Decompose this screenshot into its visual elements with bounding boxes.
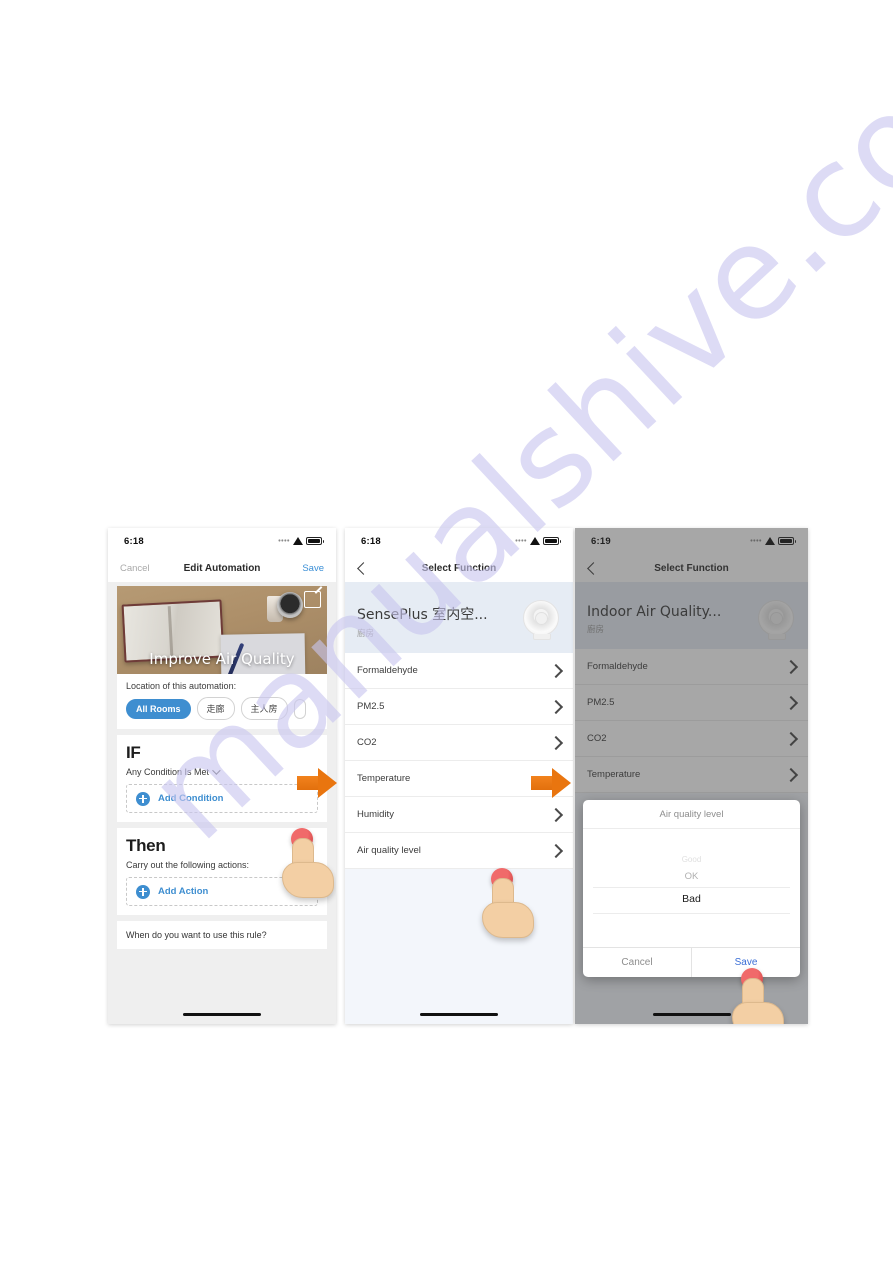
flow-arrow-1 bbox=[297, 768, 337, 798]
location-label: Location of this automation: bbox=[126, 681, 237, 691]
nav-bar: Select Function bbox=[345, 554, 573, 582]
status-time: 6:18 bbox=[124, 535, 144, 547]
tap-hand-cursor-save bbox=[730, 968, 784, 1024]
palm-shape bbox=[732, 1002, 784, 1024]
location-card: Location of this automation: All Rooms 走… bbox=[117, 674, 327, 729]
air-sensor-icon bbox=[523, 600, 559, 640]
page-title: Select Function bbox=[421, 562, 497, 574]
status-bar: 6:18 •••• bbox=[345, 528, 573, 554]
room-chip-master-bedroom[interactable]: 主人房 bbox=[240, 697, 288, 720]
air-quality-picker-modal: Air quality level Good OK Bad Cancel Sav… bbox=[583, 800, 800, 977]
function-row-humidity[interactable]: Humidity bbox=[345, 797, 573, 833]
plus-icon bbox=[136, 884, 150, 899]
battery-icon bbox=[306, 537, 324, 545]
picker-separator-bottom bbox=[593, 913, 790, 914]
home-indicator bbox=[420, 1012, 498, 1016]
function-row-pm25[interactable]: PM2.5 bbox=[345, 689, 573, 725]
automation-hero-image[interactable]: Improve Air Quality bbox=[117, 586, 327, 674]
save-button[interactable]: Save bbox=[302, 563, 324, 574]
chevron-right-icon bbox=[548, 699, 564, 714]
status-bar: 6:18 •••• bbox=[108, 528, 336, 554]
phone-screens-figure: 6:18 •••• Cancel Edit Automation Save Im… bbox=[108, 528, 808, 1024]
flow-arrow-2 bbox=[531, 768, 571, 798]
nav-bar: Cancel Edit Automation Save bbox=[108, 554, 336, 582]
edit-pencil-icon[interactable] bbox=[304, 591, 321, 608]
status-time: 6:18 bbox=[361, 535, 381, 547]
wifi-icon bbox=[530, 537, 540, 545]
screen-3: 6:19 •••• Select Function Indoor Air Qua… bbox=[575, 528, 808, 1024]
function-label: Humidity bbox=[357, 809, 394, 820]
chevron-down-icon bbox=[212, 766, 221, 775]
palm-shape bbox=[282, 862, 334, 898]
home-indicator bbox=[652, 1012, 731, 1016]
signal-dots-icon: •••• bbox=[515, 537, 527, 545]
room-chip-corridor[interactable]: 走廊 bbox=[196, 697, 235, 720]
picker-separator-top bbox=[593, 887, 790, 888]
condition-mode-label: Any Condition Is Met bbox=[126, 767, 210, 777]
function-body: SensePlus 室内空... 廚房 Formaldehyde PM2.5 C… bbox=[345, 582, 573, 1024]
picker-option-above[interactable]: Good bbox=[583, 855, 800, 864]
tap-hand-cursor-air-quality-level bbox=[480, 868, 534, 938]
status-indicators: •••• bbox=[278, 537, 324, 545]
if-section: IF Any Condition Is Met Add Condition bbox=[117, 735, 327, 822]
mug-illustration bbox=[277, 592, 303, 618]
chevron-right-icon bbox=[548, 843, 564, 858]
function-label: CO2 bbox=[357, 737, 377, 748]
palm-shape bbox=[482, 902, 534, 938]
status-indicators: •••• bbox=[515, 537, 561, 545]
automation-name: Improve Air Quality bbox=[149, 650, 295, 668]
function-label: Air quality level bbox=[357, 845, 421, 856]
picker-cancel-button[interactable]: Cancel bbox=[583, 948, 691, 977]
condition-mode-selector[interactable]: Any Condition Is Met bbox=[126, 766, 318, 777]
function-label: PM2.5 bbox=[357, 701, 385, 712]
battery-icon bbox=[543, 537, 561, 545]
room-chip-all-rooms[interactable]: All Rooms bbox=[126, 698, 191, 719]
picker-option-selected-bad[interactable]: Bad bbox=[583, 893, 800, 905]
chevron-right-icon bbox=[548, 807, 564, 822]
add-action-label: Add Action bbox=[158, 886, 209, 897]
function-label: Temperature bbox=[357, 773, 411, 784]
picker-title: Air quality level bbox=[583, 800, 800, 829]
chevron-right-icon bbox=[548, 663, 564, 678]
arrow-right-icon bbox=[318, 768, 337, 798]
phone-screen-air-quality-picker: 6:19 •••• Select Function Indoor Air Qua… bbox=[575, 528, 808, 1024]
function-row-co2[interactable]: CO2 bbox=[345, 725, 573, 761]
automation-body: Improve Air Quality Location of this aut… bbox=[108, 582, 336, 1024]
function-list: Formaldehyde PM2.5 CO2 Temperature bbox=[345, 653, 573, 869]
signal-dots-icon: •••• bbox=[278, 537, 290, 545]
picker-wheel[interactable]: Good OK Bad bbox=[583, 829, 800, 947]
rule-schedule-card[interactable]: When do you want to use this rule? bbox=[117, 921, 327, 949]
function-row-formaldehyde[interactable]: Formaldehyde bbox=[345, 653, 573, 689]
add-condition-button[interactable]: Add Condition bbox=[126, 784, 318, 813]
chevron-right-icon bbox=[548, 735, 564, 750]
function-row-air-quality-level[interactable]: Air quality level bbox=[345, 833, 573, 869]
arrow-right-icon bbox=[552, 768, 571, 798]
home-indicator bbox=[183, 1012, 261, 1016]
if-heading: IF bbox=[126, 743, 141, 762]
add-condition-label: Add Condition bbox=[158, 793, 224, 804]
cancel-button[interactable]: Cancel bbox=[120, 563, 150, 574]
plus-icon bbox=[136, 791, 150, 806]
device-header: SensePlus 室内空... 廚房 bbox=[345, 582, 573, 653]
function-label: Formaldehyde bbox=[357, 665, 418, 676]
rule-schedule-label: When do you want to use this rule? bbox=[126, 930, 267, 940]
picker-option-ok[interactable]: OK bbox=[583, 871, 800, 882]
tap-hand-cursor-add-condition bbox=[280, 828, 334, 898]
room-chip-overflow[interactable] bbox=[293, 698, 306, 719]
room-chip-list: All Rooms 走廊 主人房 bbox=[126, 697, 318, 720]
wifi-icon bbox=[293, 537, 303, 545]
